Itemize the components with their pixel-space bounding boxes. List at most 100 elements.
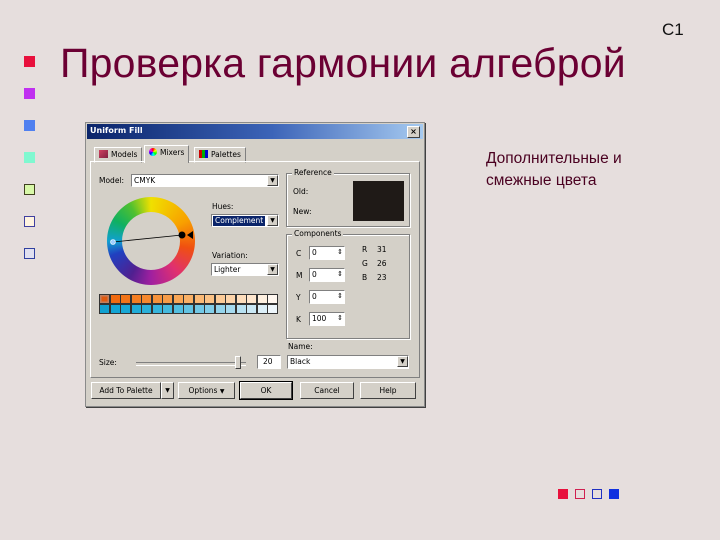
color-swatch[interactable] <box>225 294 236 304</box>
add-to-palette-dropdown[interactable]: ▼ <box>161 382 174 399</box>
color-wheel[interactable] <box>105 195 197 287</box>
color-swatch[interactable] <box>141 304 152 314</box>
color-swatch[interactable] <box>120 304 131 314</box>
color-swatch[interactable] <box>225 304 236 314</box>
c-spinner[interactable]: 0 ⇕ <box>309 246 345 260</box>
color-swatch[interactable] <box>214 304 226 314</box>
dialog-titlebar[interactable]: Uniform Fill × <box>87 124 423 139</box>
chevron-down-icon: ▼ <box>165 387 170 394</box>
tab-label: Mixers <box>160 148 185 157</box>
tab-label: Palettes <box>211 150 241 159</box>
color-swatch[interactable] <box>130 304 142 314</box>
color-swatch[interactable] <box>162 304 173 314</box>
reference-label: Reference <box>292 168 334 177</box>
spin-arrows-icon: ⇕ <box>337 314 343 322</box>
size-label: Size: <box>99 358 117 367</box>
cancel-button[interactable]: Cancel <box>300 382 354 399</box>
options-button[interactable]: Options ▼ <box>178 382 235 399</box>
size-slider[interactable] <box>136 356 246 369</box>
bullet-square <box>24 88 35 99</box>
spin-arrows-icon: ⇕ <box>337 292 343 300</box>
nav-prev-button[interactable] <box>575 489 585 499</box>
models-icon <box>99 150 108 158</box>
color-swatch[interactable] <box>246 304 257 314</box>
bullet-square <box>24 248 35 259</box>
nav-first-button[interactable] <box>558 489 568 499</box>
slider-track <box>136 362 246 366</box>
color-swatch[interactable] <box>214 294 226 304</box>
color-swatch[interactable] <box>183 294 194 304</box>
color-swatch[interactable] <box>235 304 247 314</box>
color-swatch[interactable] <box>141 294 152 304</box>
side-text: Дополнительные и смежные цвета <box>486 148 622 192</box>
g-value: 26 <box>377 259 387 268</box>
color-swatch[interactable] <box>99 304 110 314</box>
bullet-square <box>24 216 35 227</box>
side-text-line1: Дополнительные и <box>486 150 622 167</box>
variation-label: Variation: <box>212 251 248 260</box>
k-spinner[interactable]: 100 ⇕ <box>309 312 345 326</box>
c-label: C <box>296 249 302 258</box>
help-button[interactable]: Help <box>360 382 416 399</box>
model-label: Model: <box>99 176 125 185</box>
uniform-fill-dialog: Uniform Fill × Models Mixers Palettes Mo… <box>85 122 425 407</box>
color-swatch[interactable] <box>151 294 163 304</box>
color-swatch[interactable] <box>267 304 278 314</box>
slide-number: C1 <box>662 20 684 39</box>
color-swatch[interactable] <box>172 304 184 314</box>
palettes-icon <box>199 150 208 158</box>
r-value: 31 <box>377 245 387 254</box>
nav-next-button[interactable] <box>592 489 602 499</box>
color-swatch[interactable] <box>204 304 215 314</box>
r-label: R <box>362 245 368 254</box>
color-swatch[interactable] <box>130 294 142 304</box>
chevron-down-icon: ▼ <box>267 264 278 275</box>
color-swatch[interactable] <box>151 304 163 314</box>
size-input[interactable]: 20 <box>257 355 281 369</box>
dialog-title: Uniform Fill <box>90 126 143 135</box>
color-swatch[interactable] <box>172 294 184 304</box>
color-swatch[interactable] <box>162 294 173 304</box>
nav-last-button[interactable] <box>609 489 619 499</box>
components-label: Components <box>292 229 344 238</box>
tab-mixers[interactable]: Mixers <box>144 145 190 163</box>
chevron-down-icon: ▼ <box>397 356 408 367</box>
variation-select[interactable]: Lighter ▼ <box>211 263 279 276</box>
new-label: New: <box>293 207 312 216</box>
name-select[interactable]: Black ▼ <box>287 355 409 369</box>
y-value: 0 <box>312 292 317 301</box>
side-text-line2: смежные цвета <box>486 172 597 189</box>
color-swatch[interactable] <box>204 294 215 304</box>
cancel-label: Cancel <box>314 386 340 395</box>
color-swatch[interactable] <box>267 294 278 304</box>
components-group: Components C 0 ⇕ M 0 ⇕ Y 0 ⇕ K 100 ⇕ R 31 G … <box>286 229 410 339</box>
close-button[interactable]: × <box>407 126 420 138</box>
color-swatch[interactable] <box>193 304 205 314</box>
base-color-handle <box>178 231 186 239</box>
ok-button[interactable]: OK <box>239 381 293 400</box>
hues-select[interactable]: Complement ▼ <box>211 214 279 227</box>
ok-label: OK <box>260 386 272 395</box>
close-icon: × <box>410 127 417 136</box>
model-select[interactable]: CMYK ▼ <box>131 174 279 187</box>
color-swatch[interactable] <box>246 294 257 304</box>
spin-arrows-icon: ⇕ <box>337 270 343 278</box>
options-label: Options <box>188 386 218 395</box>
color-swatch[interactable] <box>235 294 247 304</box>
hues-value: Complement <box>213 216 266 226</box>
color-swatch[interactable] <box>256 304 268 314</box>
color-swatch[interactable] <box>256 294 268 304</box>
slider-thumb[interactable] <box>234 356 241 369</box>
color-swatch[interactable] <box>183 304 194 314</box>
color-swatch[interactable] <box>109 304 121 314</box>
old-color-preview <box>353 181 404 201</box>
color-swatch[interactable] <box>120 294 131 304</box>
color-swatch[interactable] <box>109 294 121 304</box>
add-to-palette-button[interactable]: Add To Palette <box>91 382 161 399</box>
b-value: 23 <box>377 273 387 282</box>
color-swatch[interactable] <box>193 294 205 304</box>
m-spinner[interactable]: 0 ⇕ <box>309 268 345 282</box>
y-spinner[interactable]: 0 ⇕ <box>309 290 345 304</box>
hues-label: Hues: <box>212 202 234 211</box>
color-swatch[interactable] <box>99 294 110 304</box>
